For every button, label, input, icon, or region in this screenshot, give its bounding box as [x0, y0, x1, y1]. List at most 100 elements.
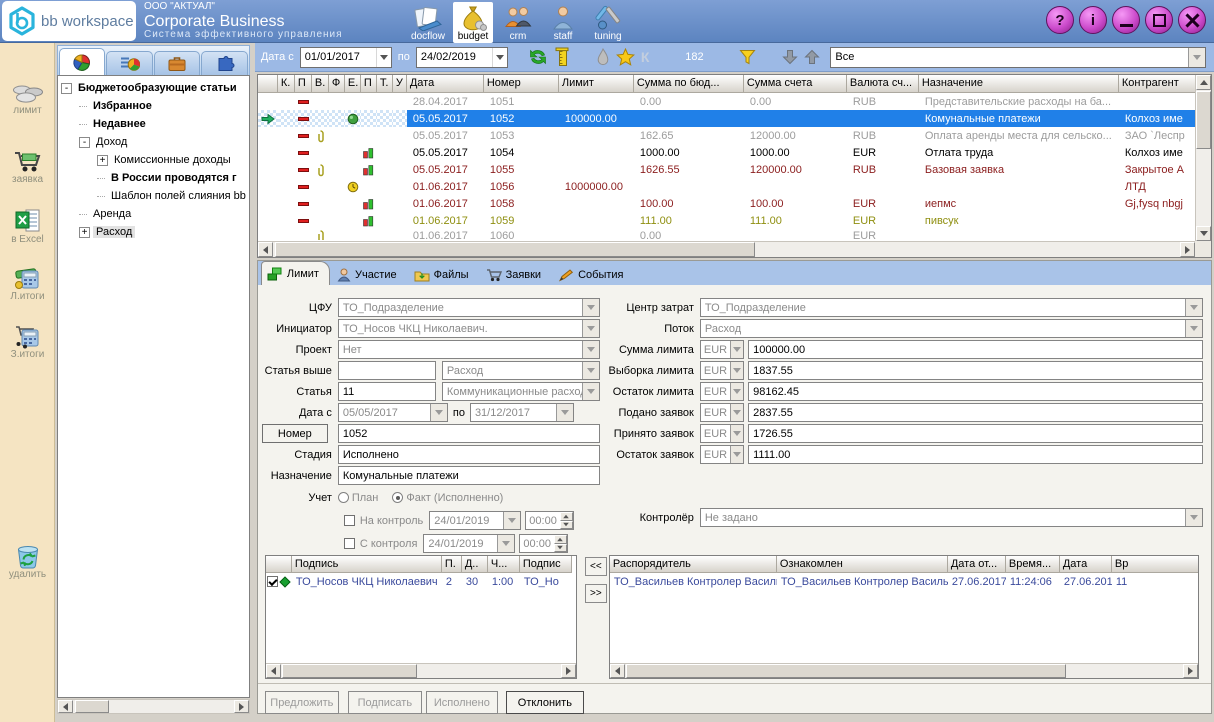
plan-radio[interactable]: План: [338, 492, 379, 504]
expand-icon[interactable]: +: [79, 227, 90, 238]
window-info-button[interactable]: i: [1079, 6, 1107, 34]
category-filter-combo[interactable]: Все: [830, 47, 1206, 68]
window-minimize-button[interactable]: [1112, 6, 1140, 34]
limit-sum-input[interactable]: 100000.00: [748, 340, 1203, 359]
grid-column-header[interactable]: П: [361, 75, 377, 93]
tree-item[interactable]: Избранное: [61, 97, 249, 115]
requests-rest-input[interactable]: 1111.00: [748, 445, 1203, 464]
grid-column-header[interactable]: К.: [278, 75, 295, 93]
signatures-column-header[interactable]: [266, 556, 292, 573]
tree-item[interactable]: -Доход: [61, 133, 249, 151]
window-maximize-button[interactable]: [1145, 6, 1173, 34]
refresh-icon[interactable]: [528, 48, 548, 66]
signatures-column-header[interactable]: Ч...: [488, 556, 520, 573]
detail-tab-Участие[interactable]: Участие: [332, 264, 407, 285]
sidebar-item-limit[interactable]: лимит: [0, 83, 55, 116]
controller-combo[interactable]: Не задано: [700, 508, 1203, 527]
tree-item[interactable]: Аренда: [61, 205, 249, 223]
module-docflow[interactable]: docflow: [408, 2, 448, 43]
tree-tab-puzzle[interactable]: [201, 51, 247, 75]
date-from-field[interactable]: 05/05/2017: [338, 403, 448, 422]
spin-down-icon[interactable]: [554, 544, 567, 553]
tree-item[interactable]: +Комиссионные доходы: [61, 151, 249, 169]
requests-rest-currency-combo[interactable]: EUR: [700, 445, 744, 464]
managers-column-header[interactable]: Распорядитель: [610, 556, 777, 573]
limit-used-input[interactable]: 1837.55: [748, 361, 1203, 380]
grid-column-header[interactable]: [258, 75, 278, 93]
sidebar-item-l-totals[interactable]: Л.итоги: [0, 265, 55, 302]
chevron-down-icon[interactable]: [1188, 48, 1205, 67]
tree-tab-report[interactable]: [106, 51, 152, 75]
article-above-input[interactable]: [338, 361, 436, 380]
tree-item[interactable]: -Бюджетообразующие статьи: [61, 79, 249, 97]
sidebar-item-request[interactable]: заявка: [0, 148, 55, 185]
signature-row[interactable]: ТО_Носов ЧКЦ Николаевич2301:00ТО_Но: [266, 573, 576, 590]
grid-column-header[interactable]: Е.: [345, 75, 361, 93]
grid-column-header[interactable]: П: [295, 75, 312, 93]
tree-tab-pie[interactable]: [59, 48, 105, 75]
module-staff[interactable]: staff: [543, 2, 583, 43]
transfer-right-button[interactable]: >>: [585, 584, 607, 603]
date-to-combo[interactable]: 24/02/2019: [416, 47, 508, 68]
window-close-button[interactable]: [1178, 6, 1206, 34]
date-to-field[interactable]: 31/12/2017: [470, 403, 574, 422]
signatures-horizontal-scrollbar[interactable]: [266, 663, 576, 678]
grid-column-header[interactable]: Лимит: [559, 75, 634, 93]
managers-column-header[interactable]: Ознакомлен: [777, 556, 948, 573]
scroll-thumb[interactable]: [1196, 91, 1211, 149]
tree-item[interactable]: Шаблон полей слияния bb: [61, 187, 249, 205]
cfu-combo[interactable]: ТО_Подразделение: [338, 298, 600, 317]
table-row[interactable]: 05.05.201710551626.55120000.00RUBБазовая…: [258, 161, 1195, 178]
on-control-checkbox[interactable]: [344, 515, 355, 526]
detail-tab-События[interactable]: События: [553, 264, 633, 285]
action-button-2[interactable]: Подписать: [348, 691, 422, 714]
scroll-right-icon[interactable]: [234, 700, 249, 713]
star-icon[interactable]: [616, 48, 635, 66]
scroll-left-icon[interactable]: [58, 700, 73, 713]
table-row[interactable]: 05.05.20171053162.6512000.00RUBОплата ар…: [258, 127, 1195, 144]
transfer-left-button[interactable]: <<: [585, 557, 607, 576]
scroll-thumb[interactable]: [75, 700, 109, 713]
requests-filed-currency-combo[interactable]: EUR: [700, 403, 744, 422]
grid-column-header[interactable]: Сумма по бюд...: [634, 75, 744, 93]
scroll-down-icon[interactable]: [1196, 226, 1211, 241]
detail-tab-Файлы[interactable]: Файлы: [409, 264, 479, 285]
action-button-1[interactable]: Предложить: [265, 691, 339, 714]
signatures-column-header[interactable]: Д..: [462, 556, 488, 573]
table-row[interactable]: 05.05.20171052100000.00Комунальные плате…: [258, 110, 1195, 127]
managers-horizontal-scrollbar[interactable]: [610, 663, 1198, 678]
off-control-date-combo[interactable]: 24/01/2019: [423, 534, 515, 553]
grid-column-header[interactable]: В.: [312, 75, 329, 93]
grid-column-header[interactable]: У: [393, 75, 407, 93]
signatures-column-header[interactable]: П.: [442, 556, 462, 573]
table-row[interactable]: 01.06.201710561000000.00ЛТД: [258, 178, 1195, 195]
stage-input[interactable]: Исполнено: [338, 445, 600, 464]
tree-item[interactable]: В России проводятся г: [61, 169, 249, 187]
module-budget[interactable]: budget: [453, 2, 493, 43]
managers-column-header[interactable]: Время...: [1006, 556, 1060, 573]
module-crm[interactable]: crm: [498, 2, 538, 43]
limit-sum-currency-combo[interactable]: EUR: [700, 340, 744, 359]
fact-radio[interactable]: Факт (Исполненно): [392, 492, 503, 504]
spin-up-icon[interactable]: [560, 512, 573, 521]
expand-icon[interactable]: +: [97, 155, 108, 166]
filter-funnel-icon[interactable]: [739, 49, 756, 65]
collapse-icon[interactable]: -: [61, 83, 72, 94]
limit-rest-input[interactable]: 98162.45: [748, 382, 1203, 401]
scroll-left-icon[interactable]: [266, 664, 281, 678]
flow-combo[interactable]: Расход: [700, 319, 1203, 338]
sidebar-item-z-totals[interactable]: З.итоги: [0, 323, 55, 360]
action-button-4[interactable]: Отклонить: [506, 691, 584, 714]
scroll-right-icon[interactable]: [561, 664, 576, 678]
signatures-column-header[interactable]: Подпис: [520, 556, 572, 573]
table-row[interactable]: 01.06.20171059111.00111.00EURпивсук: [258, 212, 1195, 229]
scroll-right-icon[interactable]: [1180, 242, 1195, 257]
off-control-time-spinner[interactable]: 00:00: [519, 534, 568, 553]
grid-column-header[interactable]: Контрагент: [1119, 75, 1195, 93]
tree-tab-briefcase[interactable]: [154, 51, 200, 75]
number-input[interactable]: 1052: [338, 424, 600, 443]
action-button-3[interactable]: Исполнено: [426, 691, 498, 714]
flame-icon[interactable]: [596, 48, 610, 66]
tree-item[interactable]: +Расход: [61, 223, 249, 241]
article-combo[interactable]: Коммуникационные расходы: [442, 382, 600, 401]
